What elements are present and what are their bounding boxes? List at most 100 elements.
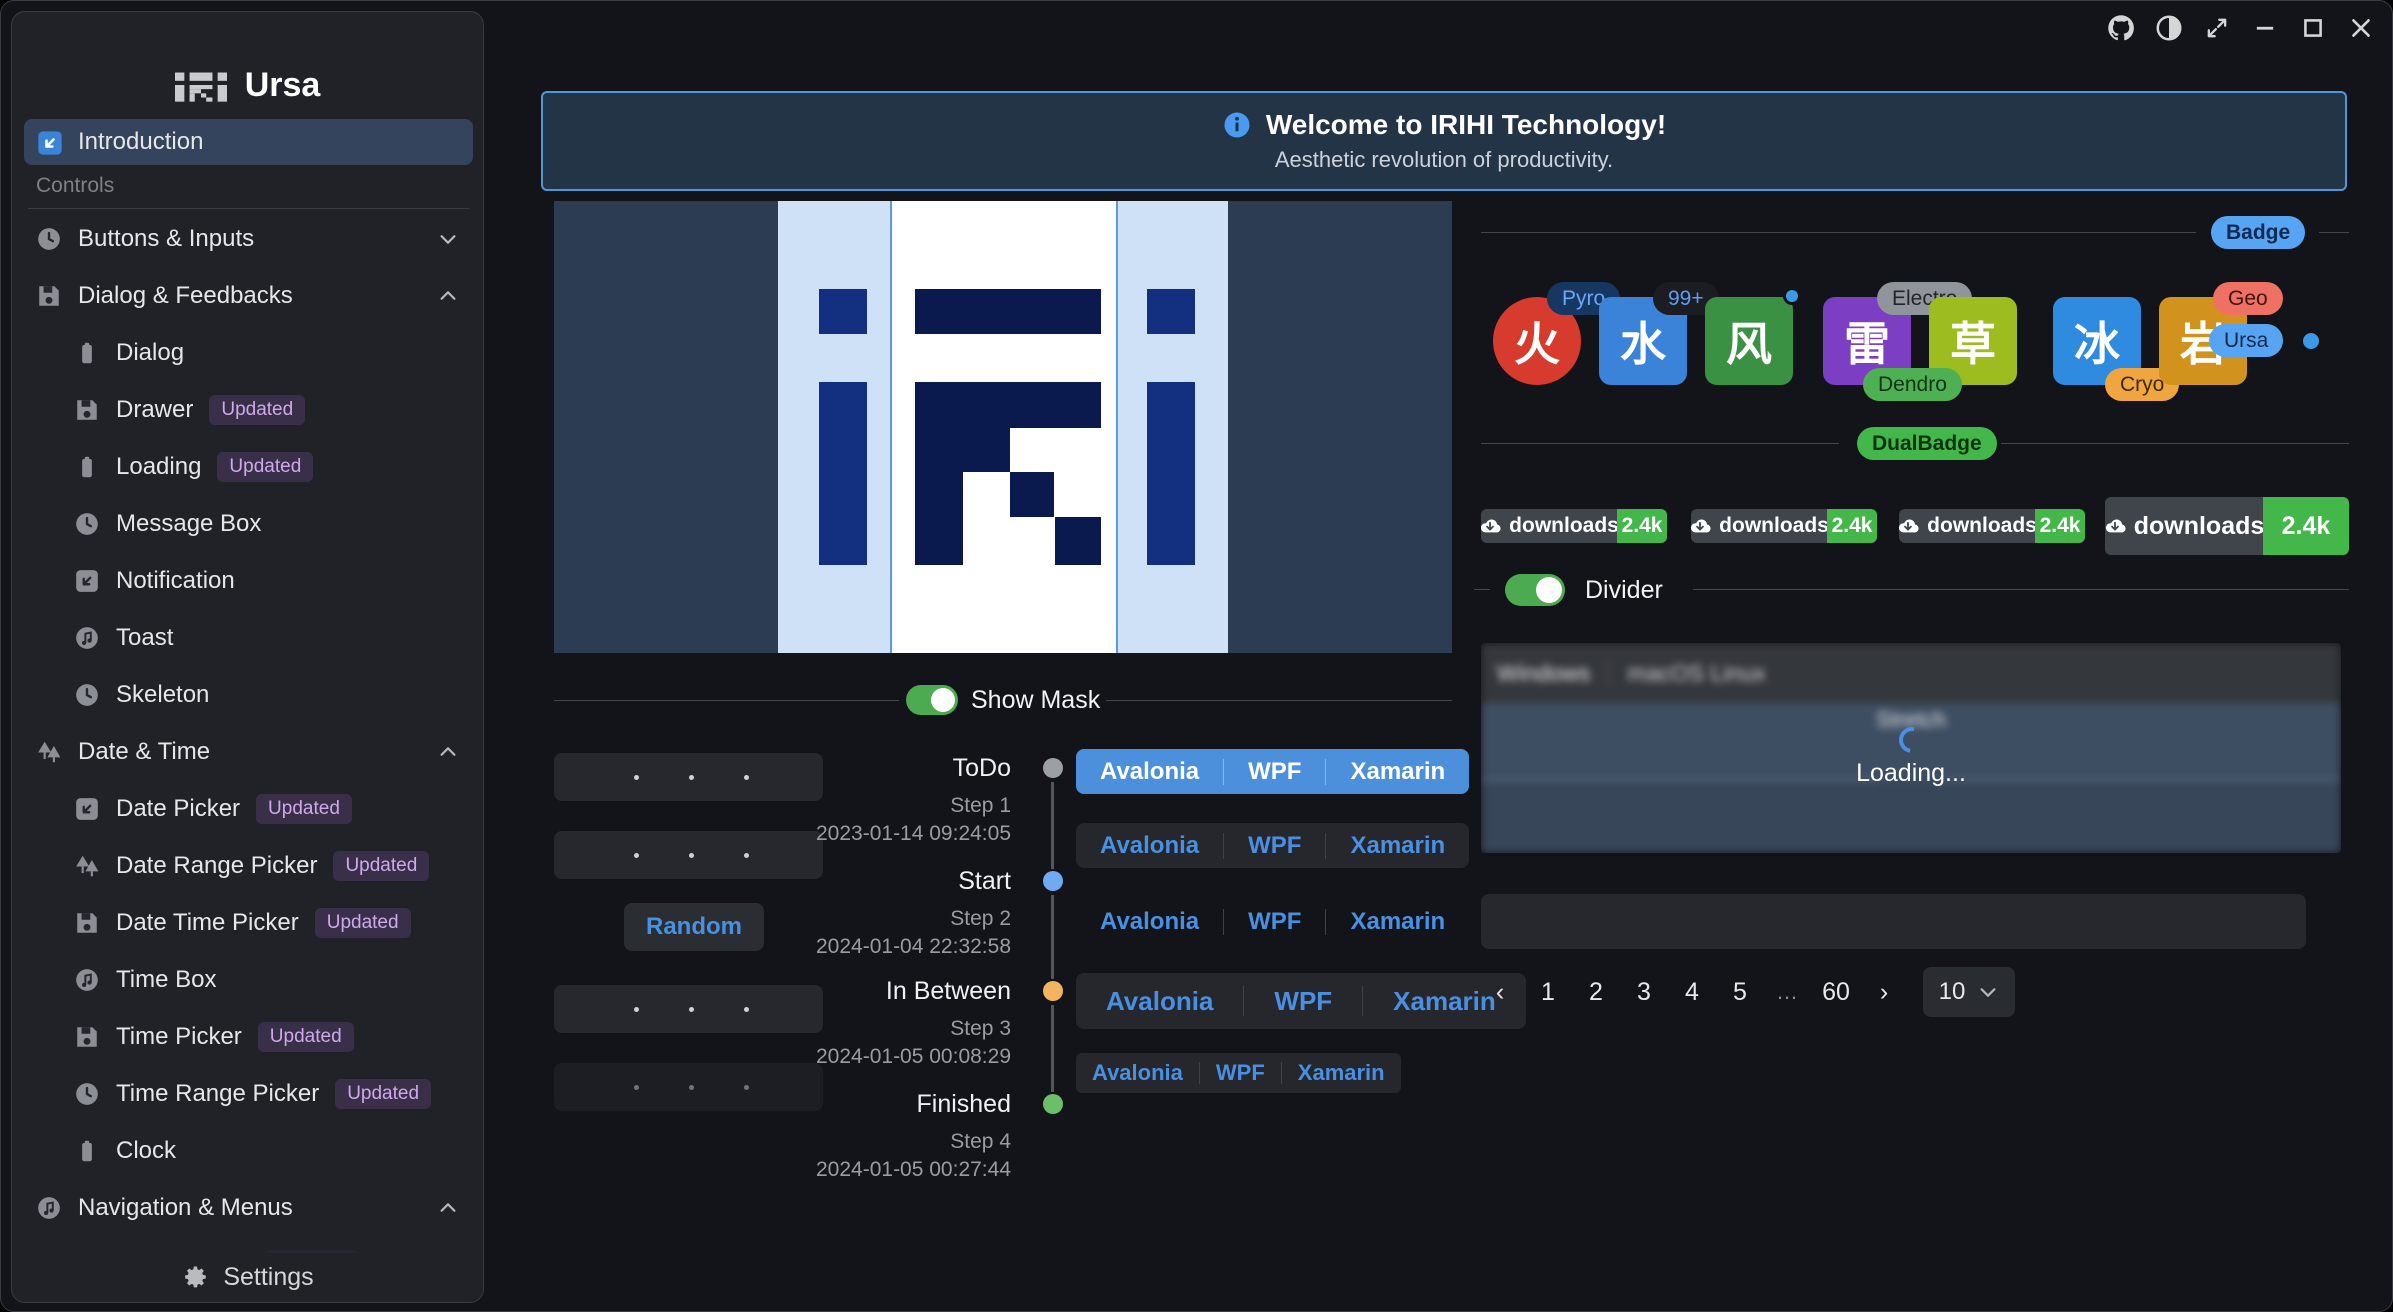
show-mask-label: Show Mask [971,686,1100,715]
titlebar-github-icon[interactable] [2106,13,2136,43]
page-size-value: 10 [1939,978,1966,1006]
text-input[interactable] [1481,894,2306,949]
group-button-xamarin[interactable]: Xamarin [1326,823,1469,868]
chevron-up-icon [437,285,459,307]
divider-toggle-label: Divider [1585,576,1663,605]
trees-icon [74,853,100,879]
ursa-pill-badge: Ursa [2209,324,2283,357]
chevron-down-icon [1977,981,1999,1003]
loading-label: Loading... [1481,759,2341,788]
battery-icon [74,1138,100,1164]
pagination-next-button[interactable]: › [1863,967,1905,1017]
downloads-badge-label: downloads [1691,509,1827,543]
arrow-square-blue-icon [36,129,62,155]
pagination-page-3[interactable]: 3 [1623,967,1665,1017]
divider-toggle[interactable] [1505,574,1565,606]
sidebar-item-buttons-inputs[interactable]: Buttons & Inputs [24,216,473,262]
sidebar-item-label: Date Range Picker [116,852,317,880]
sidebar-item-dialog[interactable]: Dialog [24,330,473,376]
sidebar-item-label: Date & Time [78,738,210,766]
step-number: Step 2 [691,907,1011,931]
tab-windows[interactable]: Windows [1497,660,1590,687]
gear-icon [183,1264,209,1290]
pagination-page-5[interactable]: 5 [1719,967,1761,1017]
titlebar-theme-icon[interactable] [2154,13,2184,43]
downloads-badge-label: downloads [2105,497,2263,555]
titlebar-maximize-icon[interactable] [2298,13,2328,43]
step-connector [1051,895,1054,979]
updated-badge: Updated [258,1022,354,1052]
cloud-download-icon [1899,515,1919,537]
battery-icon [74,340,100,366]
pagination-page-size-select[interactable]: 10 [1923,967,2015,1017]
group-button-avalonia[interactable]: Avalonia [1076,973,1243,1029]
step-connector [1051,782,1054,869]
skeleton-dot [744,1007,749,1012]
group-button-avalonia[interactable]: Avalonia [1076,1053,1199,1093]
clock-icon [74,682,100,708]
settings-button[interactable]: Settings [13,1253,484,1301]
sidebar-item-time-box[interactable]: Time Box [24,957,473,1003]
pagination-page-60[interactable]: 60 [1815,967,1857,1017]
sidebar-item-label: Date Picker [116,795,240,823]
sidebar-item-date-picker[interactable]: Date PickerUpdated [24,786,473,832]
downloads-badge-value: 2.4k [2035,509,2085,543]
sidebar-item-toast[interactable]: Toast [24,615,473,661]
banner-title: Welcome to IRIHI Technology! [1266,109,1666,141]
badge-dot [1783,287,1801,305]
group-button-avalonia[interactable]: Avalonia [1076,823,1223,868]
group-button-avalonia[interactable]: Avalonia [1076,749,1223,794]
music-icon [74,967,100,993]
loading-tabs: Windows macOS Linux [1481,643,2341,703]
sidebar-item-label: Introduction [78,128,203,156]
cloud-download-icon [2105,515,2126,537]
sidebar-item-drawer[interactable]: DrawerUpdated [24,387,473,433]
group-button-wpf[interactable]: WPF [1224,899,1325,944]
downloads-badge-value: 2.4k [1617,509,1667,543]
show-mask-toggle[interactable] [906,685,958,715]
sidebar-item-label: Clock [116,1137,176,1165]
titlebar-minimize-icon[interactable] [2250,13,2280,43]
step-title: ToDo [691,754,1011,783]
group-button-xamarin[interactable]: Xamarin [1282,1053,1401,1093]
dualbadge-divider-pill: DualBadge [1857,427,1997,460]
sidebar-item-time-picker[interactable]: Time PickerUpdated [24,1014,473,1060]
step-number: Step 3 [691,1017,1011,1041]
sidebar-item-introduction[interactable]: Introduction [24,119,473,165]
sidebar-item-date-range-picker[interactable]: Date Range PickerUpdated [24,843,473,889]
downloads-badge: downloads2.4k [1481,509,1667,543]
sidebar-item-notification[interactable]: Notification [24,558,473,604]
sidebar-item-loading[interactable]: LoadingUpdated [24,444,473,490]
group-button-wpf[interactable]: WPF [1224,749,1325,794]
tab-macos-linux[interactable]: macOS Linux [1627,660,1765,687]
irihi-logo-image [554,201,1452,653]
sidebar-item-dialog-feedbacks[interactable]: Dialog & Feedbacks [24,273,473,319]
sidebar-item-clock[interactable]: Clock [24,1128,473,1174]
titlebar-close-icon[interactable] [2346,13,2376,43]
group-button-xamarin[interactable]: Xamarin [1326,749,1469,794]
element-badge-2: 风 [1705,297,1793,385]
banner-subtitle: Aesthetic revolution of productivity. [1275,147,1613,173]
pagination-page-2[interactable]: 2 [1575,967,1617,1017]
sidebar-item-skeleton[interactable]: Skeleton [24,672,473,718]
sidebar-item-date-time-picker[interactable]: Date Time PickerUpdated [24,900,473,946]
pagination-prev-button[interactable]: ‹ [1479,967,1521,1017]
sidebar-item-message-box[interactable]: Message Box [24,501,473,547]
sidebar-item-date-time[interactable]: Date & Time [24,729,473,775]
titlebar-expand-icon[interactable] [2202,13,2232,43]
floppy-icon [74,1024,100,1050]
group-button-avalonia[interactable]: Avalonia [1076,899,1223,944]
group-button-wpf[interactable]: WPF [1224,823,1325,868]
downloads-badge: downloads2.4k [1899,509,2085,543]
sidebar-item-label: Time Range Picker [116,1080,319,1108]
chevron-up-icon [437,1197,459,1219]
chevron-down-icon [437,228,459,250]
group-button-wpf[interactable]: WPF [1200,1053,1281,1093]
group-button-wpf[interactable]: WPF [1244,973,1362,1029]
sidebar-item-time-range-picker[interactable]: Time Range PickerUpdated [24,1071,473,1117]
badge-divider-pill: Badge [2211,216,2305,249]
pagination-page-1[interactable]: 1 [1527,967,1569,1017]
group-button-xamarin[interactable]: Xamarin [1326,899,1469,944]
sidebar-item-navigation-menus[interactable]: Navigation & Menus [24,1185,473,1231]
pagination-page-4[interactable]: 4 [1671,967,1713,1017]
